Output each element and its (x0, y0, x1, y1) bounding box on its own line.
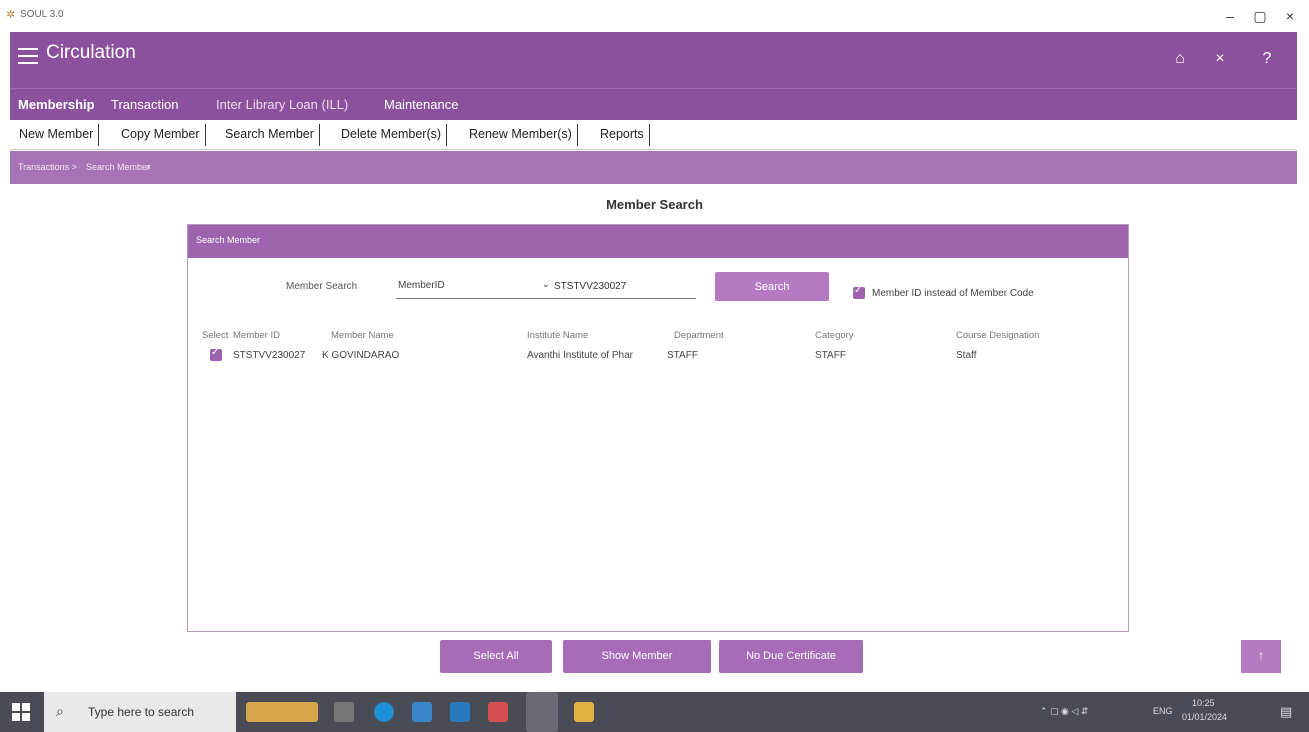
member-id-input[interactable] (548, 275, 696, 299)
help-icon[interactable]: ? (1257, 50, 1277, 68)
cell-department: STAFF (667, 350, 698, 361)
col-course-designation[interactable]: Course Designation (956, 330, 1039, 341)
tab-copy-member[interactable]: Copy Member (116, 124, 206, 146)
breadcrumb-search-member[interactable]: Search Member (86, 162, 150, 172)
os-taskbar: ⌕ Type here to search ⌃ ▢ ◉ ◁ ⇵ ENG 10:2… (0, 692, 1309, 732)
show-member-button[interactable]: Show Member (563, 640, 711, 673)
mail-icon[interactable] (450, 702, 470, 722)
search-by-select[interactable]: MemberID ⌄ (396, 275, 556, 299)
language-indicator[interactable]: ENG (1153, 706, 1173, 716)
module-title: Circulation (46, 42, 136, 63)
select-all-button[interactable]: Select All (440, 640, 552, 673)
member-id-checkbox-label: Member ID instead of Member Code (872, 288, 1034, 299)
breadcrumb-close-icon[interactable]: × (146, 162, 151, 172)
cell-course: Staff (956, 350, 977, 361)
menu-transaction[interactable]: Transaction (111, 97, 178, 112)
cell-category: STAFF (815, 350, 846, 361)
taskbar-search-box[interactable]: ⌕ Type here to search (44, 692, 236, 732)
col-category[interactable]: Category (815, 330, 854, 341)
task-view-icon[interactable] (334, 702, 354, 722)
col-department[interactable]: Department (674, 330, 724, 341)
no-due-certificate-button[interactable]: No Due Certificate (719, 640, 863, 673)
menu-ill[interactable]: Inter Library Loan (ILL) (216, 97, 348, 112)
breadcrumb-transactions[interactable]: Transactions > (18, 162, 77, 172)
search-member-panel: Search Member Member Search MemberID ⌄ S… (187, 224, 1129, 632)
menu-membership[interactable]: Membership (18, 97, 95, 112)
cell-member-name: K GOVINDARAO (322, 350, 400, 361)
breadcrumb: Transactions > Search Member × (10, 151, 1297, 184)
hamburger-menu-icon[interactable] (18, 48, 38, 64)
search-by-value: MemberID (398, 280, 445, 291)
file-explorer-icon[interactable] (574, 702, 594, 722)
windows-start-icon[interactable] (12, 703, 30, 721)
cell-institute: Avanthi Institute of Phar (527, 350, 633, 361)
cell-member-id: STSTVV230027 (233, 350, 306, 361)
clock-time[interactable]: 10:25 (1192, 698, 1215, 708)
minimize-button[interactable]: – (1220, 8, 1240, 24)
tab-strip: New Member Copy Member Search Member Del… (10, 120, 1297, 150)
scroll-to-top-button[interactable]: ↑ (1241, 640, 1281, 673)
tray-icons[interactable]: ⌃ ▢ ◉ ◁ ⇵ (1040, 706, 1088, 717)
close-window-button[interactable]: × (1280, 8, 1300, 24)
tab-renew-member[interactable]: Renew Member(s) (464, 124, 578, 146)
edge-browser-icon[interactable] (374, 702, 394, 722)
col-select: Select (202, 330, 229, 341)
window-title: SOUL 3.0 (20, 9, 64, 20)
tab-reports[interactable]: Reports (595, 124, 650, 146)
menu-maintenance[interactable]: Maintenance (384, 97, 458, 112)
col-institute-name[interactable]: Institute Name (527, 330, 588, 341)
app-icon-soul-active[interactable] (526, 692, 558, 732)
store-icon[interactable] (412, 702, 432, 722)
tab-delete-member[interactable]: Delete Member(s) (336, 124, 448, 146)
member-id-checkbox[interactable] (853, 285, 865, 299)
tab-search-member[interactable]: Search Member (220, 124, 320, 146)
home-icon[interactable]: ⌂ (1170, 50, 1190, 68)
panel-title: Search Member (196, 235, 261, 245)
row-select-checkbox[interactable] (210, 347, 222, 361)
col-member-id[interactable]: Member ID (233, 330, 280, 341)
maximize-button[interactable]: ▢ (1250, 8, 1270, 25)
clock-date[interactable]: 01/01/2024 (1182, 712, 1227, 722)
search-icon: ⌕ (56, 703, 64, 719)
search-button[interactable]: Search (715, 272, 829, 301)
weather-widget-icon[interactable] (246, 702, 318, 722)
tab-new-member[interactable]: New Member (14, 124, 100, 146)
module-menu: Membership Transaction Inter Library Loa… (10, 88, 1297, 120)
app-header: Circulation ⌂ × ? (10, 32, 1297, 88)
taskbar-search-placeholder: Type here to search (88, 705, 195, 719)
app-logo-icon: ✲ (6, 9, 16, 21)
app-icon-soul[interactable] (488, 702, 508, 722)
notification-icon[interactable]: ▤ (1280, 704, 1292, 720)
close-icon[interactable]: × (1210, 50, 1230, 68)
window-title-bar: ✲ SOUL 3.0 – ▢ × (0, 0, 1309, 32)
member-search-label: Member Search (286, 281, 358, 292)
page-title: Member Search (606, 197, 703, 212)
panel-header: Search Member (188, 225, 1128, 258)
col-member-name[interactable]: Member Name (331, 330, 394, 341)
